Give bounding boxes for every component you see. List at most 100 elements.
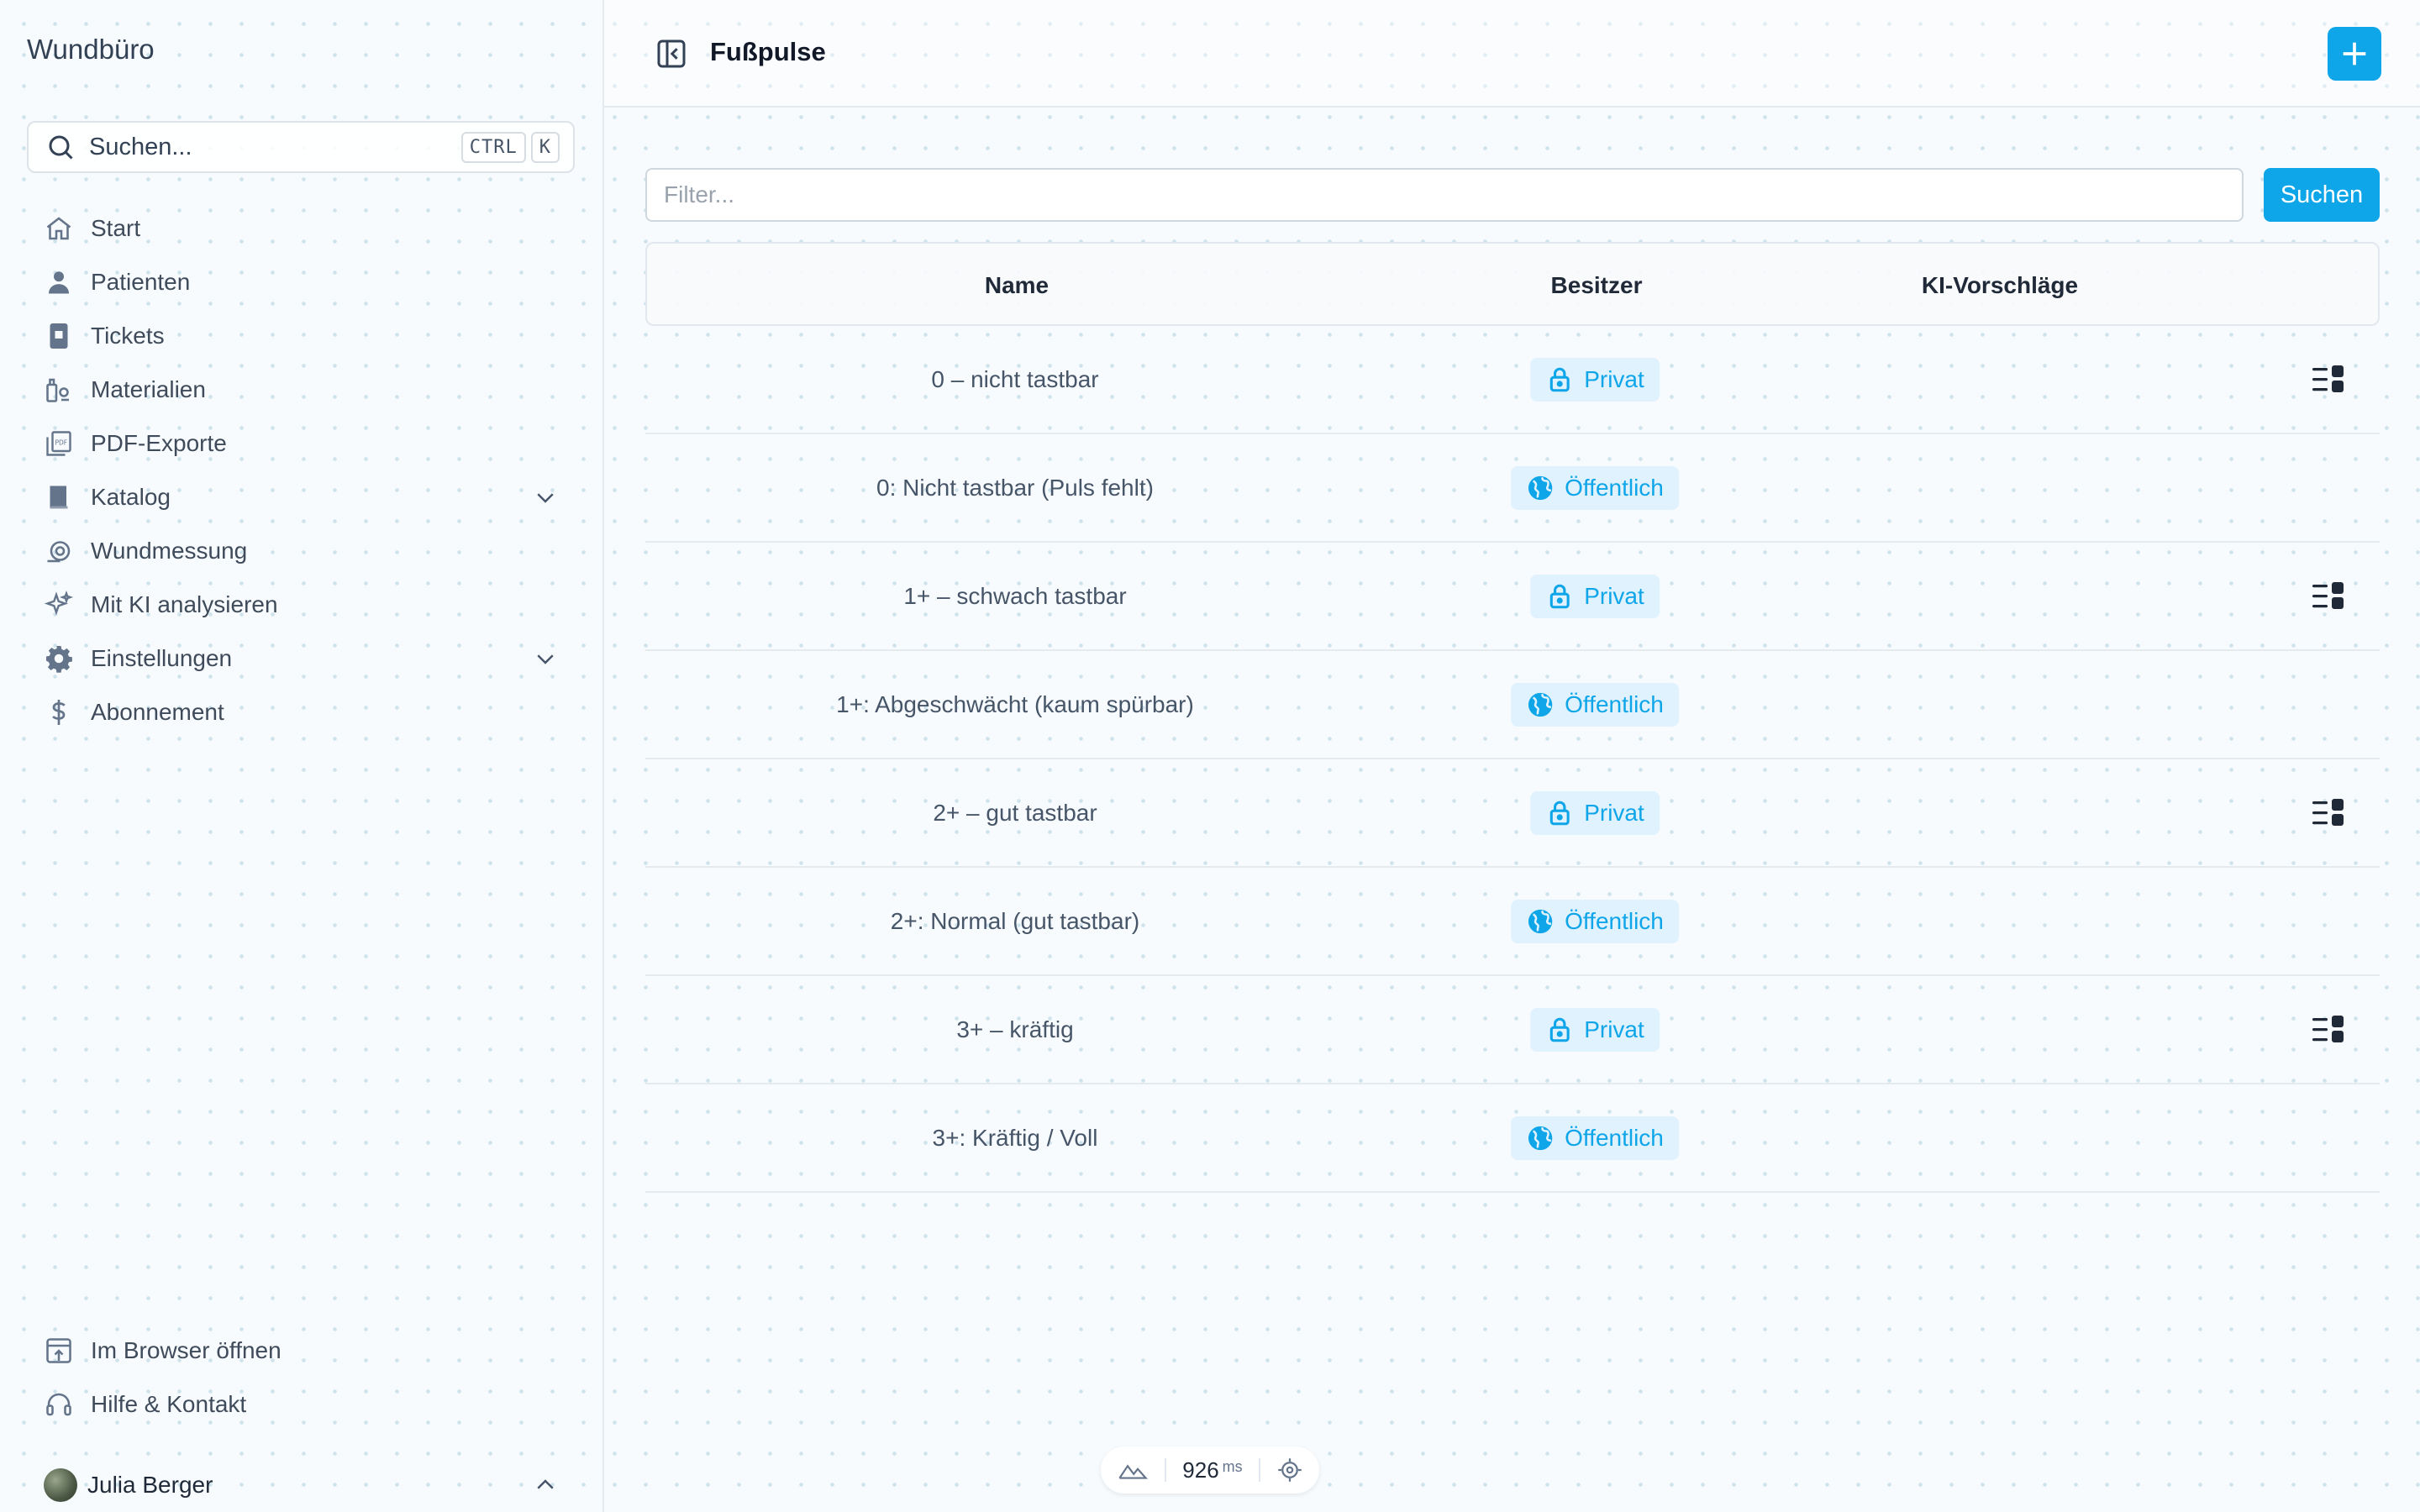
row-name: 2+: Normal (gut tastbar) bbox=[890, 907, 1140, 934]
owner-label: Öffentlich bbox=[1565, 1124, 1664, 1151]
sidebar-item-label: Patienten bbox=[91, 269, 191, 295]
crosshair-icon[interactable] bbox=[1277, 1457, 1302, 1483]
ticket-icon bbox=[44, 321, 74, 351]
sidebar-item-wundmessung[interactable]: Wundmessung bbox=[44, 524, 565, 578]
globe-icon bbox=[1526, 474, 1555, 502]
row-name: 0 – nicht tastbar bbox=[931, 365, 1099, 392]
app-brand: Wundbüro bbox=[27, 34, 155, 65]
table-row[interactable]: 2+ – gut tastbar Privat bbox=[645, 759, 2380, 868]
sidebar-item-label: Tickets bbox=[91, 323, 165, 349]
gear-icon bbox=[44, 643, 74, 674]
sidebar-item-open-browser[interactable]: Im Browser öffnen bbox=[44, 1324, 565, 1378]
table-row[interactable]: 3+: Kräftig / Voll Öffentlich bbox=[645, 1084, 2380, 1193]
sidebar: Wundbüro Suchen... CTRL K Start Patiente… bbox=[0, 0, 604, 1512]
sidebar-item-label: PDF-Exporte bbox=[91, 430, 227, 456]
lock-icon bbox=[1545, 365, 1574, 394]
avatar bbox=[44, 1468, 77, 1502]
globe-icon bbox=[1526, 907, 1555, 936]
sidebar-toggle-icon[interactable] bbox=[655, 37, 688, 71]
pdf-icon: PDF bbox=[44, 428, 74, 459]
search-icon bbox=[45, 132, 76, 162]
column-header-name[interactable]: Name bbox=[985, 272, 1049, 299]
sidebar-item-pdf-exporte[interactable]: PDF PDF-Exporte bbox=[44, 417, 565, 470]
sidebar-item-label: Hilfe & Kontakt bbox=[91, 1391, 247, 1417]
owner-badge: Öffentlich bbox=[1511, 1116, 1679, 1160]
owner-badge: Privat bbox=[1530, 357, 1660, 402]
sidebar-nav: Start Patienten Tickets Materialien PDF … bbox=[44, 202, 565, 739]
sidebar-item-katalog[interactable]: Katalog bbox=[44, 470, 565, 524]
globe-icon bbox=[1526, 1124, 1555, 1152]
user-icon bbox=[44, 267, 74, 297]
performance-indicator: 926 ms bbox=[1101, 1446, 1319, 1494]
mountain-icon bbox=[1118, 1458, 1148, 1482]
search-button[interactable]: Suchen bbox=[2264, 168, 2380, 222]
sidebar-item-tickets[interactable]: Tickets bbox=[44, 309, 565, 363]
sidebar-item-label: Mit KI analysieren bbox=[91, 591, 278, 617]
kbd-ctrl: CTRL bbox=[460, 131, 526, 163]
owner-label: Öffentlich bbox=[1565, 474, 1664, 501]
owner-label: Öffentlich bbox=[1565, 690, 1664, 717]
sidebar-bottom-nav: Im Browser öffnen Hilfe & Kontakt bbox=[44, 1324, 565, 1431]
row-name: 3+: Kräftig / Voll bbox=[932, 1124, 1098, 1151]
filter-input[interactable] bbox=[645, 168, 2244, 222]
sparkle-icon bbox=[44, 590, 74, 620]
sidebar-item-label: Wundmessung bbox=[91, 538, 248, 564]
table-row[interactable]: 3+ – kräftig Privat bbox=[645, 976, 2380, 1084]
plus-icon bbox=[2338, 37, 2371, 71]
sidebar-item-label: Katalog bbox=[91, 484, 171, 510]
sidebar-item-patienten[interactable]: Patienten bbox=[44, 255, 565, 309]
table-body: 0 – nicht tastbar Privat 0: Nicht tastbar … bbox=[645, 326, 2380, 1193]
data-table: Name Besitzer KI-Vorschläge 0 – nicht ta… bbox=[645, 242, 2380, 1193]
headset-icon bbox=[44, 1389, 74, 1420]
owner-label: Öffentlich bbox=[1565, 907, 1664, 934]
owner-label: Privat bbox=[1584, 1016, 1644, 1042]
globe-icon bbox=[1526, 690, 1555, 719]
book-icon bbox=[44, 482, 74, 512]
sidebar-item-label: Einstellungen bbox=[91, 645, 233, 671]
table-row[interactable]: 1+: Abgeschwächt (kaum spürbar) Öffentlic… bbox=[645, 651, 2380, 759]
row-name: 1+: Abgeschwächt (kaum spürbar) bbox=[836, 690, 1194, 717]
column-header-ai-suggestions[interactable]: KI-Vorschläge bbox=[1922, 272, 2078, 299]
svg-text:PDF: PDF bbox=[55, 439, 68, 447]
chevron-down-icon[interactable] bbox=[533, 646, 558, 671]
table-row[interactable]: 0: Nicht tastbar (Puls fehlt) Öffentlich bbox=[645, 434, 2380, 543]
user-menu[interactable]: Julia Berger bbox=[44, 1467, 565, 1504]
search-placeholder: Suchen... bbox=[89, 133, 192, 160]
open-browser-icon bbox=[44, 1336, 74, 1366]
table-header: Name Besitzer KI-Vorschläge bbox=[645, 242, 2380, 326]
ai-suggestions-icon[interactable] bbox=[2312, 1015, 2344, 1044]
measure-icon bbox=[44, 536, 74, 566]
lock-icon bbox=[1545, 582, 1574, 611]
sidebar-item-start[interactable]: Start bbox=[44, 202, 565, 255]
kbd-k: K bbox=[530, 131, 560, 163]
home-icon bbox=[44, 213, 74, 244]
sidebar-item-materialien[interactable]: Materialien bbox=[44, 363, 565, 417]
user-name: Julia Berger bbox=[87, 1472, 213, 1498]
owner-badge: Öffentlich bbox=[1511, 465, 1679, 510]
ai-suggestions-icon[interactable] bbox=[2312, 365, 2344, 394]
sidebar-item-einstellungen[interactable]: Einstellungen bbox=[44, 632, 565, 685]
table-row[interactable]: 0 – nicht tastbar Privat bbox=[645, 326, 2380, 434]
sidebar-item-label: Materialien bbox=[91, 376, 206, 402]
row-name: 2+ – gut tastbar bbox=[933, 799, 1097, 826]
owner-badge: Privat bbox=[1530, 790, 1660, 835]
sidebar-item-mit-ki-analysieren[interactable]: Mit KI analysieren bbox=[44, 578, 565, 632]
owner-badge: Öffentlich bbox=[1511, 899, 1679, 943]
render-time: 926 ms bbox=[1182, 1457, 1243, 1483]
add-button[interactable] bbox=[2328, 27, 2381, 81]
sidebar-item-abonnement[interactable]: Abonnement bbox=[44, 685, 565, 739]
sidebar-item-label: Start bbox=[91, 215, 141, 241]
column-header-owner[interactable]: Besitzer bbox=[1551, 272, 1643, 299]
table-row[interactable]: 2+: Normal (gut tastbar) Öffentlich bbox=[645, 868, 2380, 976]
dollar-icon bbox=[44, 697, 74, 727]
table-row[interactable]: 1+ – schwach tastbar Privat bbox=[645, 543, 2380, 651]
ai-suggestions-icon[interactable] bbox=[2312, 581, 2344, 611]
search-input[interactable]: Suchen... CTRL K bbox=[27, 121, 575, 173]
ai-suggestions-icon[interactable] bbox=[2312, 798, 2344, 827]
sidebar-item-hilfe-kontakt[interactable]: Hilfe & Kontakt bbox=[44, 1378, 565, 1431]
chevron-down-icon[interactable] bbox=[533, 485, 558, 510]
owner-badge: Öffentlich bbox=[1511, 682, 1679, 727]
chevron-up-icon[interactable] bbox=[533, 1473, 558, 1498]
owner-label: Privat bbox=[1584, 799, 1644, 826]
owner-badge: Privat bbox=[1530, 1007, 1660, 1052]
